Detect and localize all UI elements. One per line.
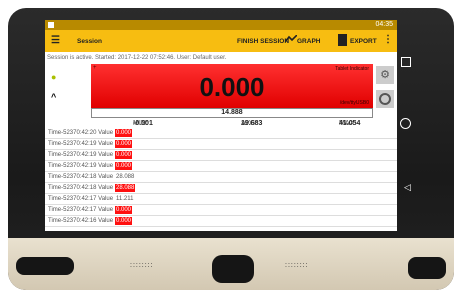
camera-icon xyxy=(379,93,391,105)
log-value: 11.211 xyxy=(116,196,134,202)
log-row: Time-52370:42:16 Value 0.000 xyxy=(45,216,397,227)
pin-icon[interactable]: ● xyxy=(51,72,56,82)
min-stat: MIN: -0.001 xyxy=(133,120,153,127)
finish-session-button[interactable]: FINISH SESSION xyxy=(237,38,289,45)
indicator-device: /dev/ttyUSB0 xyxy=(339,100,369,106)
log-time: Time-52370:42:19 Value xyxy=(48,141,114,147)
log-row: Time-52370:42:17 Value 11.211 xyxy=(45,194,397,205)
log-value: 0.000 xyxy=(115,151,133,159)
center-hardware-button[interactable] xyxy=(212,255,254,283)
recents-nav-icon[interactable] xyxy=(401,57,411,67)
log-value: 0.000 xyxy=(115,217,133,225)
log-value: 0.000 xyxy=(115,140,133,148)
log-time: Time-52370:42:17 Value xyxy=(48,196,114,202)
indicator-value: 0.000 xyxy=(199,72,265,102)
tablet-indicator-panel: + Tablet Indicator 0.000 /dev/ttyUSB0 xyxy=(91,64,373,108)
app-title: Session xyxy=(77,38,102,45)
log-value: 28.088 xyxy=(116,174,135,180)
collapse-up-icon[interactable]: ^ xyxy=(51,92,56,102)
log-row: Time-52370:42:19 Value 0.000 xyxy=(45,139,397,150)
measurement-log: Time-52370:42:20 Value 0.000 Time-52370:42… xyxy=(45,128,397,227)
log-time: Time-52370:42:19 Value xyxy=(48,152,114,158)
right-hardware-button[interactable] xyxy=(408,257,446,279)
log-row: Time-52370:42:18 Value 28.088 xyxy=(45,183,397,194)
status-bar: 04:35 xyxy=(45,20,397,30)
capture-button[interactable] xyxy=(376,90,394,108)
log-row: Time-52370:42:18 Value 28.088 xyxy=(45,172,397,183)
status-time: 04:35 xyxy=(375,21,393,28)
log-row: Time-52370:42:17 Value 0.000 xyxy=(45,205,397,216)
graph-icon[interactable] xyxy=(284,34,298,45)
hamburger-menu-icon[interactable]: ☰ xyxy=(51,36,60,46)
log-time: Time-52370:42:16 Value xyxy=(48,218,114,224)
log-value: 0.000 xyxy=(115,162,133,170)
log-time: Time-52370:42:18 Value xyxy=(48,174,114,180)
graph-button[interactable]: GRAPH xyxy=(297,38,320,45)
avg-stat: AVG: 19.683 xyxy=(241,120,263,127)
log-value: 0.000 xyxy=(115,206,133,214)
log-time: Time-52370:42:18 Value xyxy=(48,185,114,191)
log-value: 0.000 xyxy=(115,129,133,137)
left-hardware-button[interactable] xyxy=(16,257,74,275)
app-bar: ☰ Session FINISH SESSION GRAPH EXPORT ⋮ xyxy=(45,30,397,52)
log-time: Time-52370:42:17 Value xyxy=(48,207,114,213)
log-row: Time-52370:42:20 Value 0.000 xyxy=(45,128,397,139)
export-button[interactable]: EXPORT xyxy=(350,38,377,45)
session-status-text: Session is active. Started: 2017-12-22 0… xyxy=(47,55,227,61)
settings-gear-button[interactable]: ⚙ xyxy=(376,66,394,84)
screen: 04:35 ☰ Session FINISH SESSION GRAPH EXP… xyxy=(45,20,397,231)
home-nav-icon[interactable] xyxy=(400,118,411,129)
log-row: Time-52370:42:19 Value 0.000 xyxy=(45,150,397,161)
notification-icon xyxy=(48,22,54,28)
log-row: Time-52370:42:19 Value 0.000 xyxy=(45,161,397,172)
log-value: 28.088 xyxy=(115,184,136,192)
export-icon[interactable] xyxy=(338,34,347,46)
log-time: Time-52370:42:19 Value xyxy=(48,163,114,169)
indicator-plus: + xyxy=(93,65,97,71)
secondary-value: 14.888 xyxy=(91,108,373,118)
log-time: Time-52370:42:20 Value xyxy=(48,130,114,136)
more-options-icon[interactable]: ⋮ xyxy=(383,34,393,45)
back-nav-icon[interactable]: ◁ xyxy=(404,182,411,193)
left-speaker-grille: :::::::: xyxy=(130,262,154,269)
max-stat: MAX: 41.054 xyxy=(339,120,361,127)
right-speaker-grille: :::::::: xyxy=(285,262,309,269)
